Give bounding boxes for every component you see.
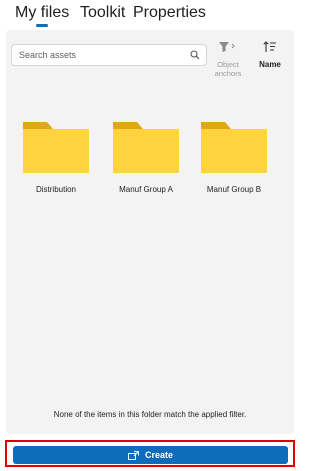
sort-ascending-icon <box>263 41 276 52</box>
folder-name: Manuf Group A <box>119 185 173 194</box>
filter-icon <box>219 42 235 52</box>
tab-properties[interactable]: Properties <box>133 0 206 22</box>
tab-bar: My files Toolkit Properties <box>0 0 300 28</box>
tab-my-files[interactable]: My files <box>15 0 69 22</box>
tab-toolkit[interactable]: Toolkit <box>80 0 125 22</box>
folder-item[interactable]: Manuf Group B <box>194 120 274 194</box>
folder-item[interactable]: Distribution <box>16 120 96 194</box>
folder-name: Manuf Group B <box>206 185 262 194</box>
filter-label: Object anchors <box>214 60 242 78</box>
folder-item[interactable]: Manuf Group A <box>106 120 186 194</box>
filter-button[interactable]: Object anchors <box>210 40 246 78</box>
folder-icon <box>201 122 267 173</box>
create-button[interactable]: Create <box>13 446 288 464</box>
search-input[interactable] <box>19 50 179 60</box>
active-tab-indicator <box>36 24 48 27</box>
empty-filter-message: None of the items in this folder match t… <box>53 410 247 419</box>
files-panel: Object anchors Name Distribution Manuf G… <box>6 30 294 434</box>
folder-icon <box>113 122 179 173</box>
create-button-label: Create <box>144 450 173 460</box>
search-icon[interactable] <box>190 50 200 60</box>
search-box[interactable] <box>11 44 207 66</box>
sort-label: Name <box>259 60 281 69</box>
create-new-icon <box>127 450 139 460</box>
folder-name: Distribution <box>35 185 76 194</box>
folder-icon <box>23 122 89 173</box>
sort-button[interactable]: Name <box>256 40 284 70</box>
